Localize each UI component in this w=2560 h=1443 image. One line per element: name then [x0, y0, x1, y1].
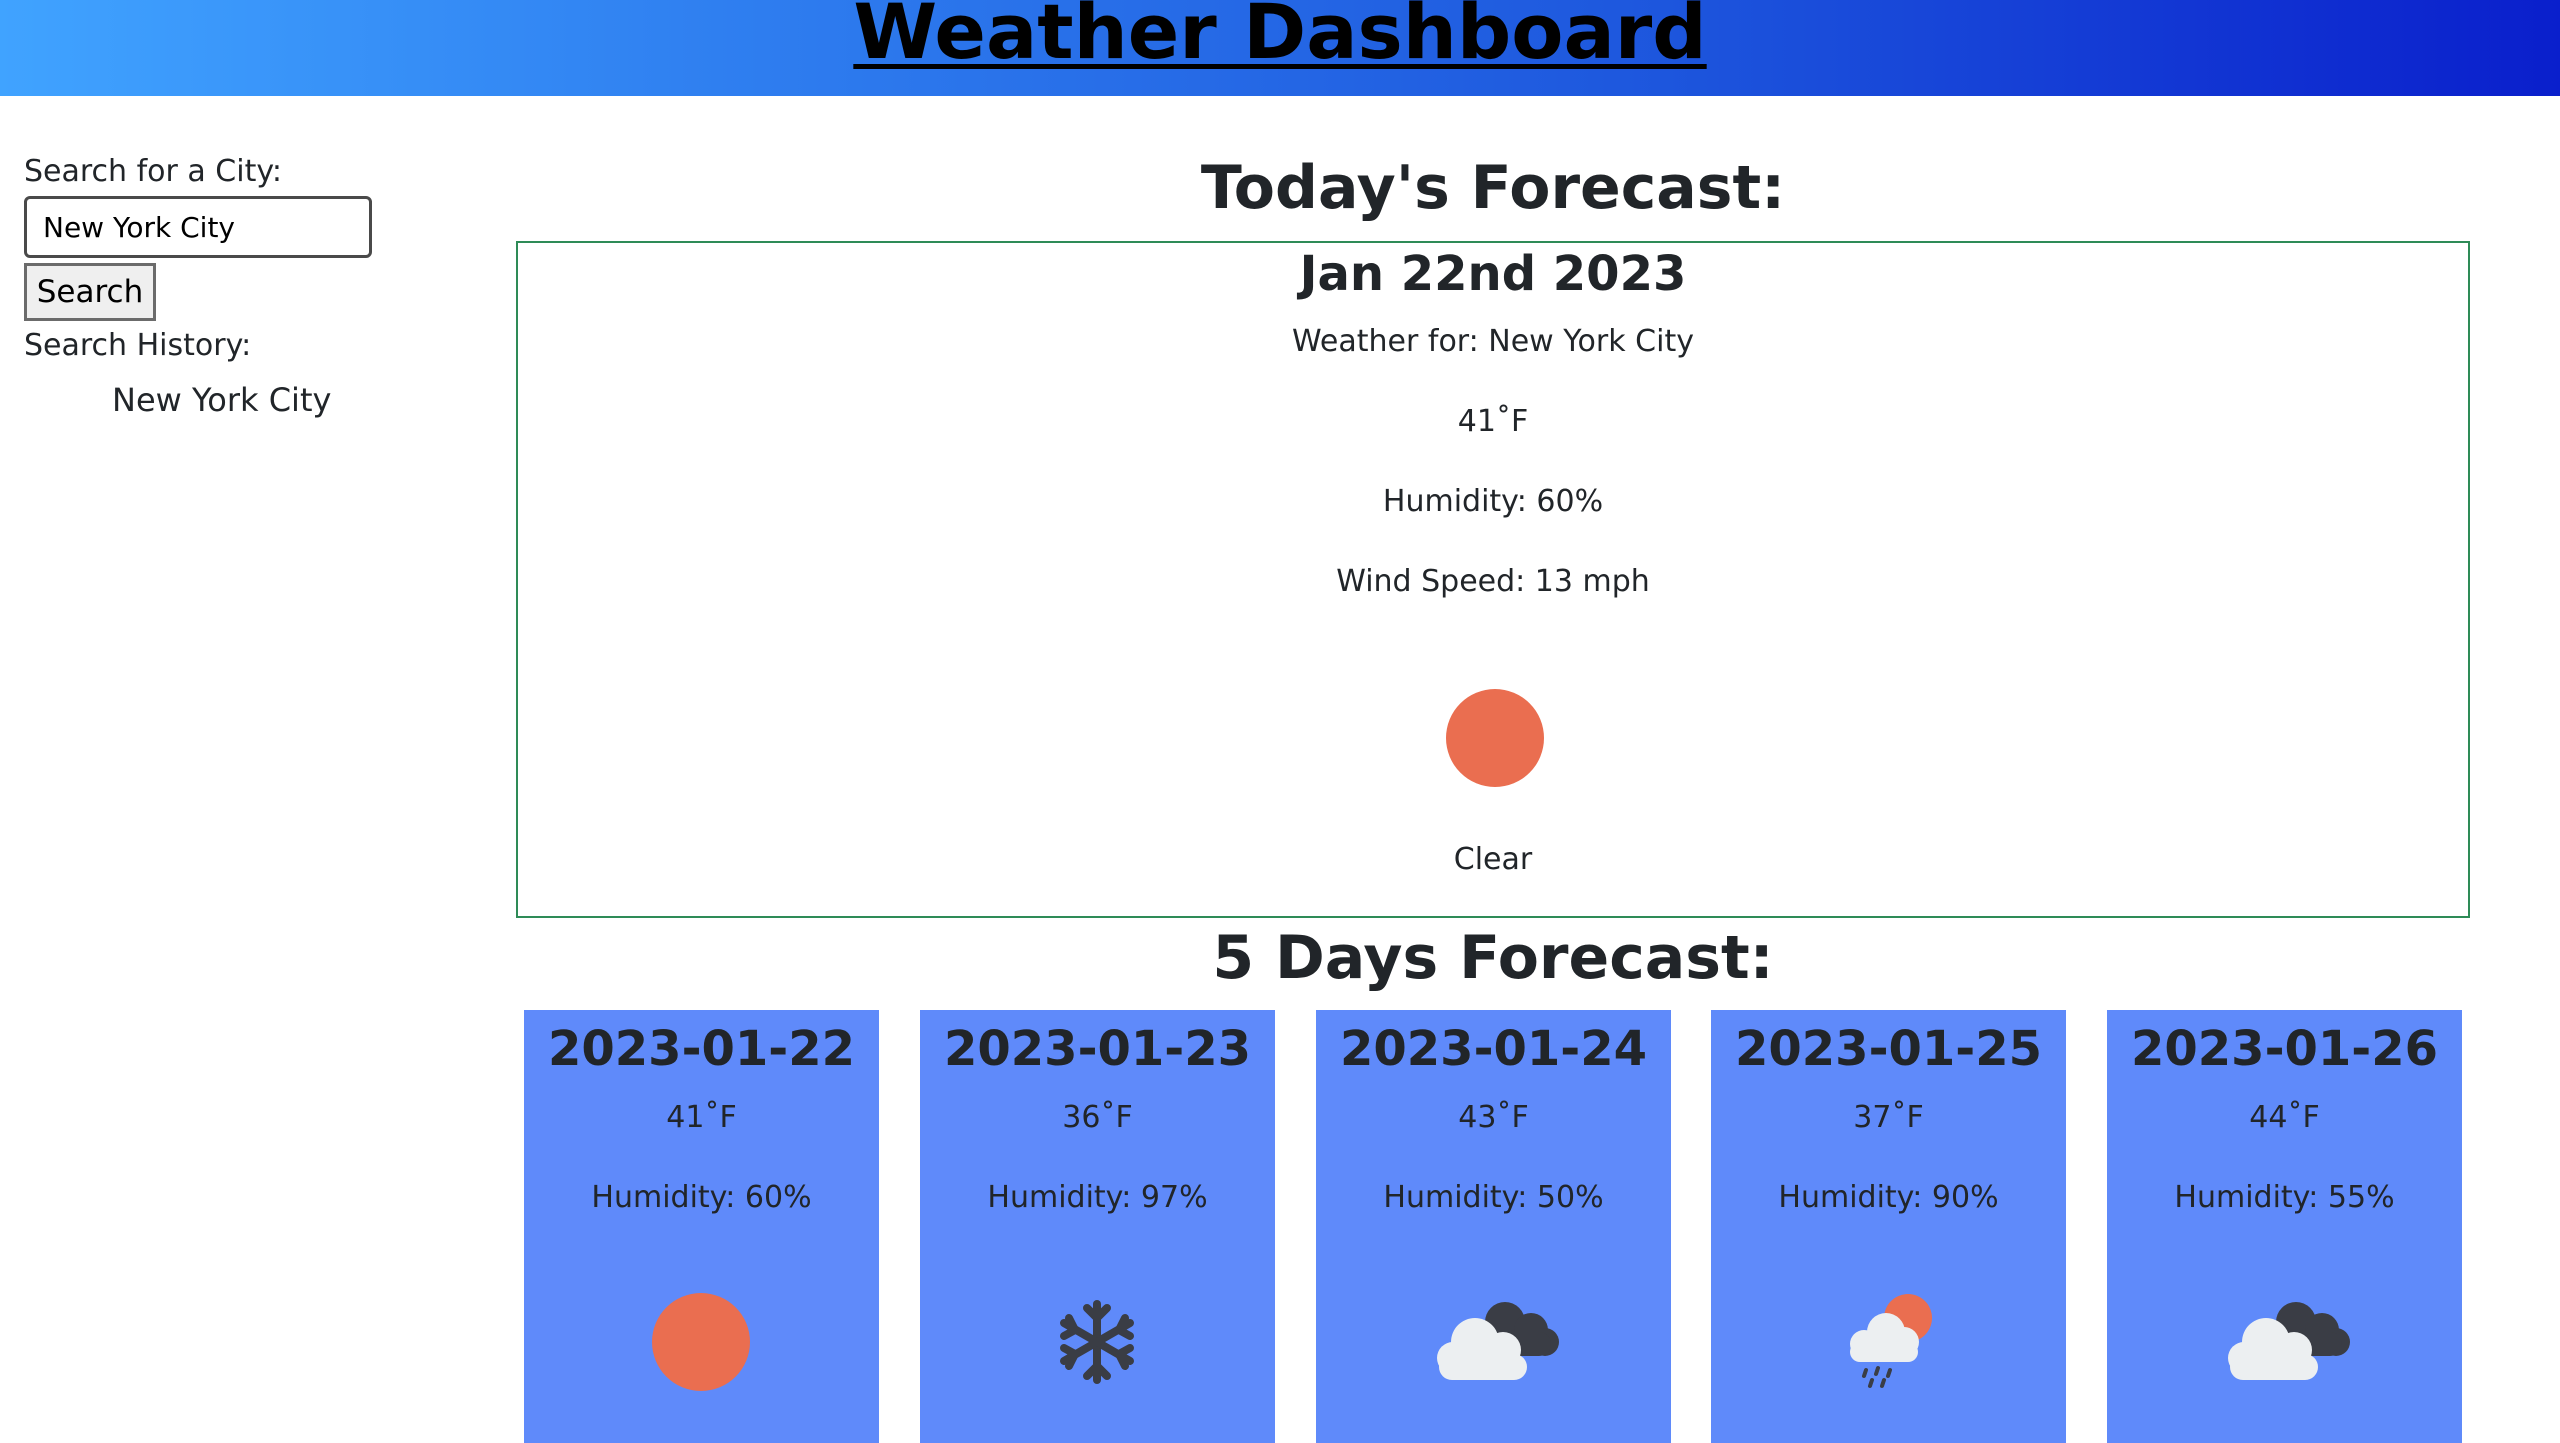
- search-history-label: Search History:: [24, 328, 252, 363]
- page-header: Weather Dashboard: [0, 0, 2560, 96]
- today-humidity: Humidity: 60%: [1382, 484, 1604, 519]
- forecast-temperature: 41˚F: [666, 1100, 737, 1135]
- search-label: Search for a City:: [24, 154, 283, 189]
- snowflake-icon: [1047, 1292, 1147, 1392]
- forecast-day-card: 2023-01-26 44˚F Humidity: 55%: [2107, 1010, 2462, 1443]
- rain-sun-cloud-icon: [1838, 1292, 1938, 1392]
- forecast-humidity: Humidity: 55%: [2174, 1180, 2395, 1215]
- today-date: Jan 22nd 2023: [1299, 246, 1687, 302]
- forecast-temperature: 43˚F: [1458, 1100, 1529, 1135]
- forecast-temperature: 36˚F: [1062, 1100, 1133, 1135]
- forecast-date: 2023-01-25: [1734, 1021, 2043, 1077]
- forecast-humidity: Humidity: 50%: [1383, 1180, 1604, 1215]
- today-city: Weather for: New York City: [1292, 324, 1694, 359]
- forecast-date: 2023-01-26: [2130, 1021, 2439, 1077]
- cloudy-icon: [2214, 1292, 2354, 1392]
- forecast-date: 2023-01-22: [547, 1021, 856, 1077]
- forecast-date: 2023-01-23: [943, 1021, 1252, 1077]
- forecast-humidity: Humidity: 60%: [591, 1180, 812, 1215]
- cloudy-icon: [1423, 1292, 1563, 1392]
- today-condition: Clear: [1453, 842, 1533, 877]
- forecast-humidity: Humidity: 97%: [987, 1180, 1208, 1215]
- forecast-day-card: 2023-01-25 37˚F Humidity: 90%: [1711, 1010, 2066, 1443]
- search-button[interactable]: Search: [24, 263, 156, 321]
- search-history-item[interactable]: New York City: [24, 378, 404, 422]
- page-title: Weather Dashboard: [853, 0, 1707, 76]
- forecast-day-card: 2023-01-23 36˚F Humidity: 97%: [920, 1010, 1275, 1443]
- forecast-temperature: 44˚F: [2249, 1100, 2320, 1135]
- forecast-day-card: 2023-01-22 41˚F Humidity: 60%: [524, 1010, 879, 1443]
- forecast-temperature: 37˚F: [1853, 1100, 1924, 1135]
- sun-icon: [651, 1292, 751, 1392]
- forecast-date: 2023-01-24: [1339, 1021, 1648, 1077]
- forecast-day-card: 2023-01-24 43˚F Humidity: 50%: [1316, 1010, 1671, 1443]
- today-forecast-card: Jan 22nd 2023 Weather for: New York City…: [516, 241, 2470, 918]
- forecast-humidity: Humidity: 90%: [1778, 1180, 1999, 1215]
- search-history-list: New York City: [24, 378, 404, 422]
- five-day-heading: 5 Days Forecast:: [1212, 923, 1774, 993]
- search-input[interactable]: [24, 196, 372, 258]
- today-wind: Wind Speed: 13 mph: [1336, 564, 1650, 599]
- sun-icon: [1445, 688, 1545, 788]
- today-heading: Today's Forecast:: [1200, 153, 1786, 223]
- today-temperature: 41˚F: [1457, 404, 1529, 439]
